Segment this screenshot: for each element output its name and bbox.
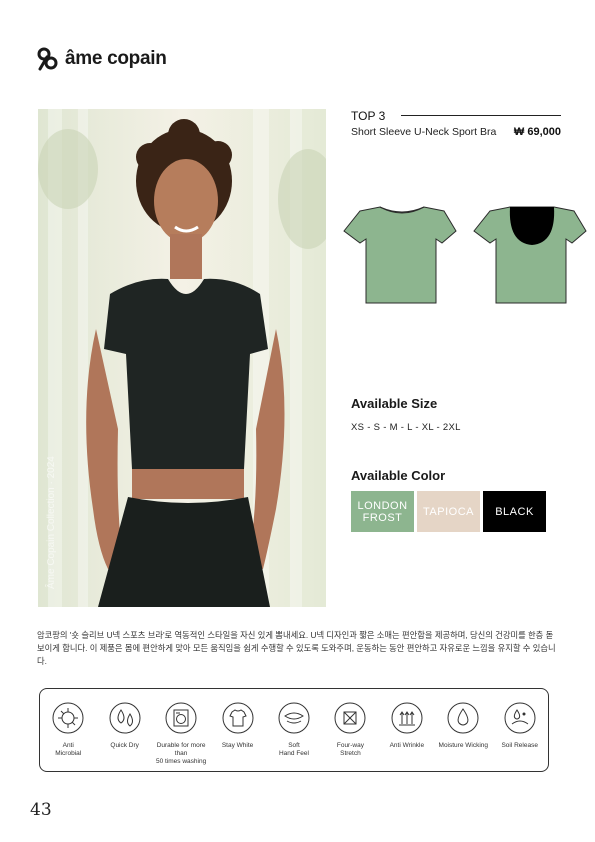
four-way-stretch-icon: [334, 702, 366, 734]
stay-white-icon: [222, 702, 254, 734]
color-swatch-london-frost[interactable]: LONDON FROST: [351, 491, 414, 532]
feature-label: Quick Dry: [110, 742, 139, 749]
available-size-values: XS - S - M - L - XL - 2XL: [351, 422, 461, 433]
feature-label: Stay White: [221, 742, 254, 749]
feature-label: Anti Microbial: [55, 742, 82, 757]
product-rank: TOP 3: [351, 109, 386, 123]
washing-machine-icon: [165, 702, 197, 734]
product-description: 암코팡의 '숏 슬리브 U넥 스포츠 브라'로 역동적인 스타일을 자신 있게 …: [37, 630, 556, 666]
product-name: Short Sleeve U-Neck Sport Bra: [351, 126, 497, 138]
feature-four-way-stretch: Four-way Stretch: [322, 702, 378, 758]
anti-wrinkle-icon: [391, 702, 423, 734]
color-swatches: LONDON FROST TAPIOCA BLACK: [351, 491, 546, 532]
soft-hand-feel-icon: [278, 702, 310, 734]
feature-soil-release: Soil Release: [492, 702, 548, 750]
brand-logo: âme copain: [37, 47, 167, 71]
feature-stay-white: Stay White: [210, 702, 266, 750]
anti-microbial-icon: [52, 702, 84, 734]
feature-label: Four-way Stretch: [336, 742, 364, 757]
garment-front-sketch: [343, 206, 457, 304]
color-swatch-black[interactable]: BLACK: [483, 491, 546, 532]
brand-name: âme copain: [65, 48, 167, 69]
feature-label: Anti Wrinkle: [389, 742, 425, 749]
available-color-title: Available Color: [351, 468, 446, 483]
moisture-wicking-icon: [447, 702, 479, 734]
soil-release-icon: [504, 702, 536, 734]
available-size-title: Available Size: [351, 396, 438, 411]
product-rank-row: TOP 3: [351, 109, 561, 123]
swatch-label: TAPIOCA: [423, 505, 474, 518]
brand-logo-icon: [37, 47, 58, 71]
feature-anti-microbial: Anti Microbial: [40, 702, 96, 758]
rank-divider: [401, 115, 561, 116]
feature-quick-dry: Quick Dry: [97, 702, 153, 750]
feature-icons-panel: Anti Microbial Quick Dry Durable for mor…: [39, 688, 549, 772]
product-model-photo: Âme Copain Collection · 2024: [38, 109, 326, 607]
photo-watermark: Âme Copain Collection · 2024: [44, 456, 57, 589]
feature-label: Moisture Wicking: [438, 742, 489, 749]
product-price: ₩ 69,000: [513, 126, 561, 138]
feature-soft-hand-feel: Soft Hand Feel: [266, 702, 322, 758]
feature-durable-washing: Durable for more than 50 times washing: [153, 702, 209, 766]
feature-moisture-wicking: Moisture Wicking: [435, 702, 491, 750]
swatch-label: BLACK: [495, 505, 534, 518]
feature-label: Soft Hand Feel: [278, 742, 309, 757]
feature-label: Durable for more than 50 times washing: [155, 742, 207, 765]
color-swatch-tapioca[interactable]: TAPIOCA: [417, 491, 480, 532]
garment-flat-sketches: [343, 206, 587, 304]
quick-dry-icon: [109, 702, 141, 734]
page-number: 43: [30, 800, 52, 820]
garment-back-sketch: [473, 206, 587, 304]
feature-label: Soil Release: [501, 742, 538, 749]
feature-anti-wrinkle: Anti Wrinkle: [379, 702, 435, 750]
swatch-label: LONDON FROST: [357, 499, 408, 524]
